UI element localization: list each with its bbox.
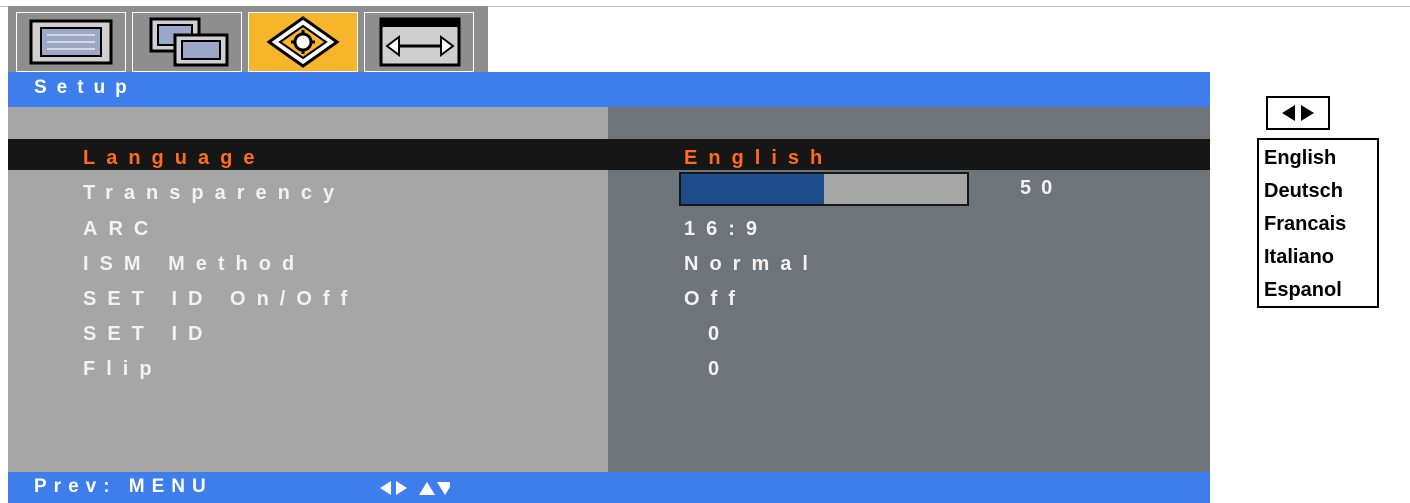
- monitor-picture-icon: [29, 19, 113, 65]
- language-option[interactable]: Espanol: [1264, 278, 1342, 302]
- menu-footer: Prev: MENU: [8, 472, 1210, 503]
- tab-dual-screen[interactable]: [132, 12, 242, 72]
- language-option[interactable]: English: [1264, 146, 1336, 170]
- transparency-value: 50: [1020, 177, 1063, 199]
- menu-item-ism-method[interactable]: ISM Method: [83, 252, 305, 276]
- flip-value[interactable]: 0: [708, 357, 730, 381]
- menu-item-set-id[interactable]: SET ID: [83, 322, 213, 346]
- left-right-arrows-icon: [1282, 105, 1314, 121]
- menu-item-transparency[interactable]: Transparency: [83, 181, 345, 205]
- language-value[interactable]: English: [684, 146, 833, 170]
- menu-item-set-id-on-off[interactable]: SET ID On/Off: [83, 287, 358, 311]
- language-option[interactable]: Deutsch: [1264, 179, 1343, 203]
- menu-item-flip[interactable]: Flip: [83, 357, 163, 381]
- language-option[interactable]: Francais: [1264, 212, 1346, 236]
- dual-screen-icon: [149, 17, 229, 67]
- tab-picture[interactable]: [16, 12, 126, 72]
- screen-resize-arrows-icon: [379, 17, 461, 67]
- tab-setup[interactable]: [248, 12, 358, 72]
- transparency-slider-fill: [681, 174, 824, 204]
- set-id-value[interactable]: 0: [708, 322, 730, 346]
- language-option[interactable]: Italiano: [1264, 245, 1334, 269]
- setup-osd-panel: Setup Language English Transparency 50 A…: [8, 72, 1210, 503]
- ism-method-value[interactable]: Normal: [684, 252, 819, 276]
- arrow-keys-icon: [380, 481, 450, 495]
- arc-value[interactable]: 16:9: [684, 217, 768, 241]
- tab-screen-size[interactable]: [364, 12, 474, 72]
- language-arrow-keys: [1266, 96, 1330, 130]
- menu-item-arc[interactable]: ARC: [83, 217, 159, 241]
- setup-gear-icon: [266, 16, 340, 68]
- menu-item-language[interactable]: Language: [83, 146, 265, 170]
- menu-header: Setup: [8, 72, 1210, 107]
- menu-tab-bar: [8, 6, 488, 72]
- page-title: Setup: [34, 77, 137, 98]
- language-options-list: English Deutsch Francais Italiano Espano…: [1257, 138, 1379, 308]
- prev-menu-hint: Prev: MENU: [34, 476, 213, 497]
- set-id-on-off-value[interactable]: Off: [684, 287, 746, 311]
- transparency-slider[interactable]: [679, 172, 969, 206]
